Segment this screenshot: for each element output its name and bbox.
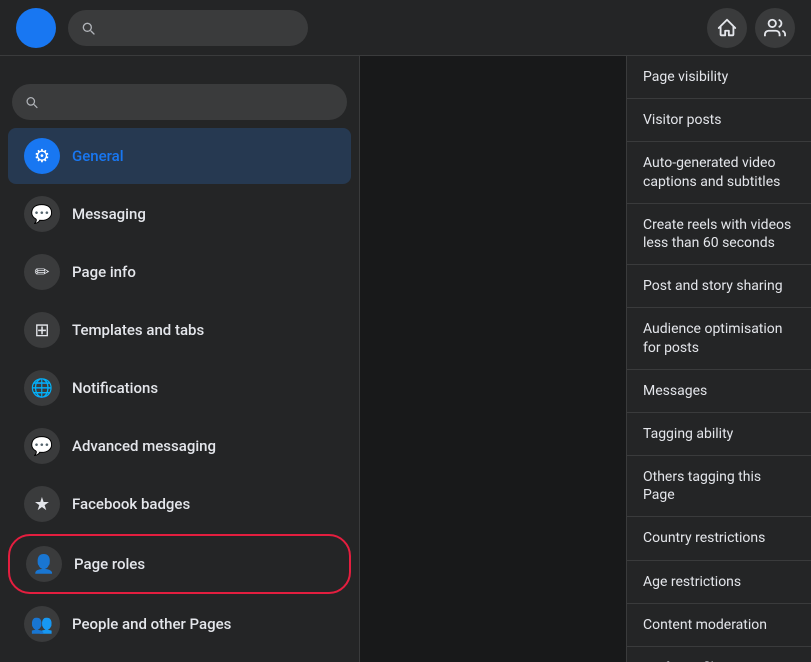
settings-search-bar[interactable]: [12, 84, 347, 120]
right-sidebar: Page visibilityVisitor postsAuto-generat…: [626, 56, 811, 662]
right-nav-create-reels[interactable]: Create reels with videos less than 60 se…: [627, 204, 811, 265]
facebook-logo[interactable]: [16, 8, 56, 48]
nav-icon-group: [707, 8, 795, 48]
general-label: General: [72, 147, 124, 165]
right-nav-post-story-sharing[interactable]: Post and story sharing: [627, 265, 811, 308]
messaging-label: Messaging: [72, 205, 146, 223]
notifications-label: Notifications: [72, 379, 158, 397]
page-info-label: Page info: [72, 263, 136, 281]
people-button[interactable]: [755, 8, 795, 48]
right-nav-list: Page visibilityVisitor postsAuto-generat…: [627, 56, 811, 662]
templates-tabs-label: Templates and tabs: [72, 321, 204, 339]
search-icon: [24, 94, 39, 110]
people-other-pages-label: People and other Pages: [72, 615, 231, 633]
people-other-pages-icon: 👥: [24, 606, 60, 642]
sidebar-item-advanced-messaging[interactable]: 💬 Advanced messaging: [8, 418, 351, 474]
breadcrumb: [0, 56, 359, 72]
right-nav-age-restrictions[interactable]: Age restrictions: [627, 561, 811, 604]
facebook-badges-icon: ★: [24, 486, 60, 522]
sidebar-item-facebook-badges[interactable]: ★ Facebook badges: [8, 476, 351, 532]
sidebar-item-general[interactable]: ⚙ General: [8, 128, 351, 184]
notifications-icon: 🌐: [24, 370, 60, 406]
global-search-bar[interactable]: [68, 10, 308, 46]
right-nav-tagging-ability[interactable]: Tagging ability: [627, 413, 811, 456]
page-info-icon: ✏: [24, 254, 60, 290]
sidebar-item-page-info[interactable]: ✏ Page info: [8, 244, 351, 300]
page-roles-icon: 👤: [26, 546, 62, 582]
nav-items-list: ⚙ General 💬 Messaging ✏ Page info ⊞ Templates a…: [0, 128, 359, 662]
templates-tabs-icon: ⊞: [24, 312, 60, 348]
right-nav-profanity-filter[interactable]: Profanity filter: [627, 647, 811, 662]
center-content: [360, 56, 626, 662]
general-icon: ⚙: [24, 138, 60, 174]
right-nav-others-tagging[interactable]: Others tagging this Page: [627, 456, 811, 517]
page-roles-label: Page roles: [74, 555, 145, 573]
facebook-badges-label: Facebook badges: [72, 495, 190, 513]
home-button[interactable]: [707, 8, 747, 48]
page-title: [0, 72, 359, 84]
left-sidebar: ⚙ General 💬 Messaging ✏ Page info ⊞ Templates a…: [0, 56, 360, 662]
right-nav-auto-generated-video[interactable]: Auto-generated video captions and subtit…: [627, 142, 811, 203]
settings-search-input[interactable]: [47, 94, 335, 111]
right-nav-audience-optimisation[interactable]: Audience optimisation for posts: [627, 308, 811, 369]
right-nav-country-restrictions[interactable]: Country restrictions: [627, 517, 811, 560]
search-icon: [80, 20, 96, 36]
sidebar-item-page-roles[interactable]: 👤 Page roles: [8, 534, 351, 594]
right-nav-messages[interactable]: Messages: [627, 370, 811, 413]
advanced-messaging-icon: 💬: [24, 428, 60, 464]
top-navigation: [0, 0, 811, 56]
advanced-messaging-label: Advanced messaging: [72, 437, 216, 455]
main-layout: ⚙ General 💬 Messaging ✏ Page info ⊞ Templates a…: [0, 56, 811, 662]
sidebar-item-preferred-page-audience[interactable]: 👥Preferred Page Audience: [8, 654, 351, 662]
sidebar-item-messaging[interactable]: 💬 Messaging: [8, 186, 351, 242]
sidebar-item-templates-tabs[interactable]: ⊞ Templates and tabs: [8, 302, 351, 358]
global-search-input[interactable]: [104, 19, 284, 36]
right-nav-page-visibility[interactable]: Page visibility: [627, 56, 811, 99]
messaging-icon: 💬: [24, 196, 60, 232]
sidebar-item-notifications[interactable]: 🌐 Notifications: [8, 360, 351, 416]
right-nav-content-moderation[interactable]: Content moderation: [627, 604, 811, 647]
sidebar-item-people-other-pages[interactable]: 👥 People and other Pages: [8, 596, 351, 652]
right-nav-visitor-posts[interactable]: Visitor posts: [627, 99, 811, 142]
